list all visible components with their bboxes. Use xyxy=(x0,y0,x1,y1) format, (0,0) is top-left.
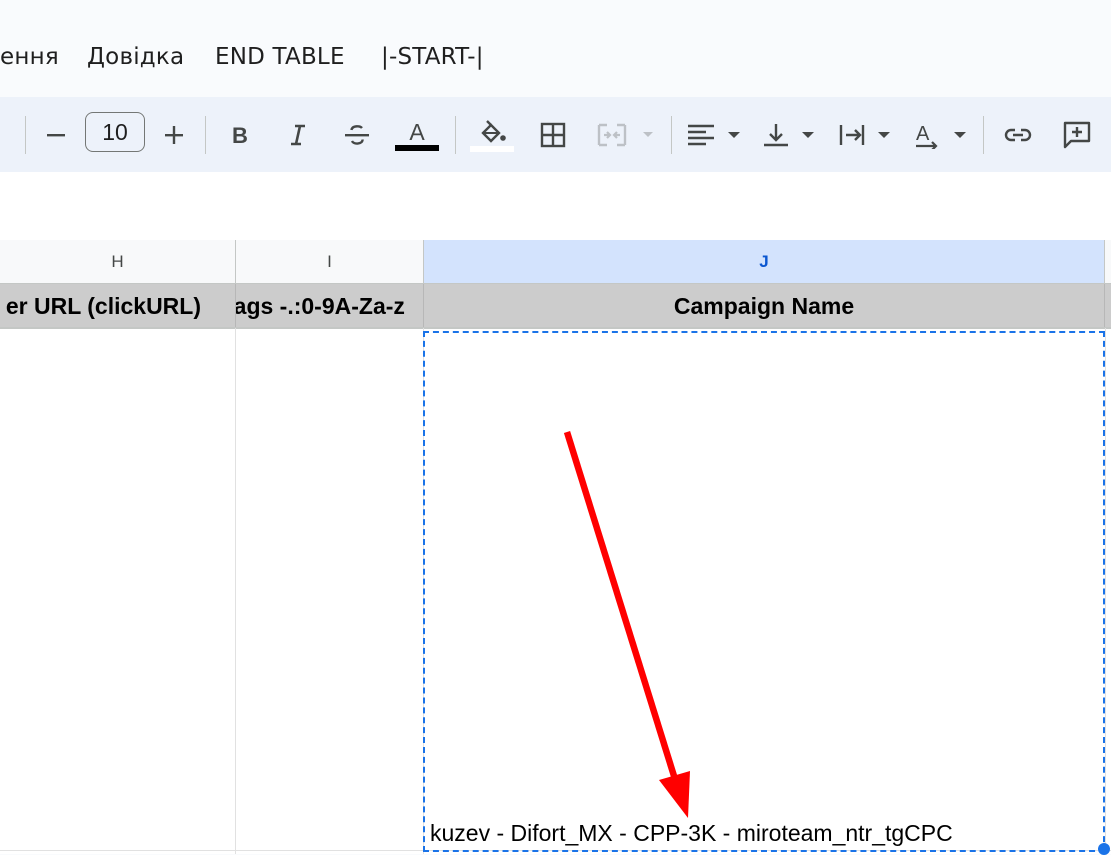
annotation-arrow-icon xyxy=(563,431,690,818)
